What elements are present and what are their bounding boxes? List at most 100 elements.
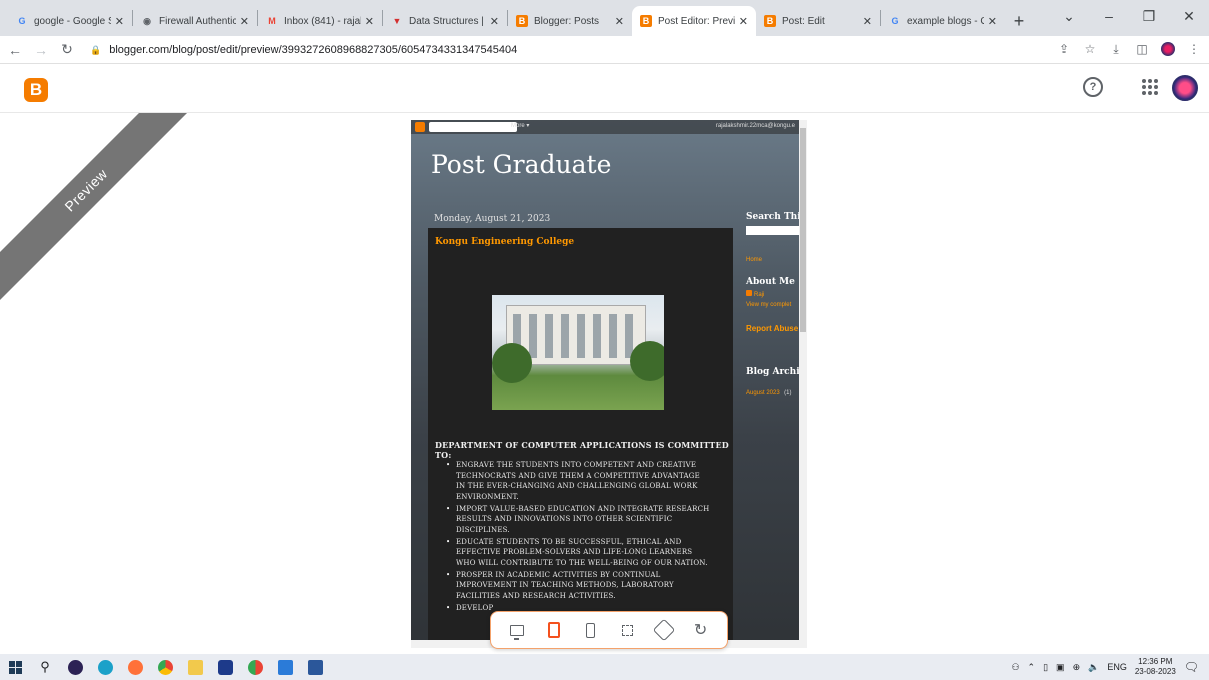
close-icon[interactable]: ✕ [615, 15, 624, 28]
taskbar-app[interactable] [90, 654, 120, 680]
profile-icon[interactable] [1159, 39, 1177, 59]
blogger-icon[interactable] [415, 122, 425, 132]
report-abuse-link[interactable]: Report Abuse [746, 324, 801, 333]
blogger-icon: B [640, 15, 652, 27]
notification-icon[interactable]: 🗨 [1184, 660, 1199, 674]
search-button[interactable]: ⚲ [30, 654, 60, 680]
navbar-more-menu[interactable]: More ▾ [511, 122, 529, 129]
navbar-search-input[interactable] [429, 122, 517, 132]
phone-icon [586, 622, 596, 638]
desktop-view-button[interactable] [505, 618, 529, 642]
google-icon: G [18, 16, 26, 26]
navbar-user[interactable]: rajalakshmir.22mca@kongu.e [716, 123, 795, 129]
archive-widget-title: Blog Archive [746, 367, 807, 377]
close-icon[interactable]: ✕ [115, 15, 124, 28]
avatar[interactable] [1172, 75, 1198, 101]
blogger-icon: B [516, 15, 528, 27]
bookmark-star-icon[interactable]: ☆ [1081, 39, 1099, 59]
fullscreen-button[interactable] [615, 618, 639, 642]
volume-icon[interactable]: 🔈 [1088, 662, 1099, 673]
browser-tab[interactable]: ▼ Data Structures | D ✕ [383, 6, 507, 36]
firefox-icon [127, 659, 143, 675]
taskbar-app[interactable] [210, 654, 240, 680]
lock-icon[interactable]: 🔒 [90, 45, 101, 56]
close-icon[interactable]: ✕ [365, 15, 374, 28]
blogger-header: B ? [0, 65, 1209, 113]
windows-taskbar: ⚲ ⚇ ⌃ ▯ ▣ ⊕ 🔈 ENG 12:36 PM 23-08-2023 🗨 [0, 654, 1209, 680]
mobile-view-button[interactable] [579, 618, 603, 642]
share-icon[interactable]: ⇪ [1055, 39, 1073, 59]
taskbar-app[interactable] [240, 654, 270, 680]
browser-tab[interactable]: B Blogger: Posts ✕ [508, 6, 632, 36]
browser-tab-active[interactable]: B Post Editor: Previe ✕ [632, 6, 756, 36]
file-explorer-icon [187, 659, 203, 675]
taskbar-app[interactable] [300, 654, 330, 680]
display-icon[interactable]: ▣ [1056, 662, 1065, 673]
people-icon[interactable]: ⚇ [1011, 662, 1019, 673]
taskbar-app[interactable] [270, 654, 300, 680]
post-body: Kongu Engineering College Department of … [428, 228, 733, 648]
battery-icon[interactable]: ▯ [1043, 662, 1048, 673]
browser-tab[interactable]: M Inbox (841) - rajala ✕ [258, 6, 382, 36]
author-name: Raji [754, 292, 765, 298]
blog-search-input[interactable] [746, 226, 801, 235]
scroll-thumb[interactable] [800, 128, 806, 332]
new-tab-button[interactable]: + [1005, 6, 1033, 36]
refresh-preview-button[interactable]: ↻ [689, 618, 713, 642]
blogger-logo-icon[interactable]: B [24, 78, 48, 102]
browser-tab[interactable]: ◉ Firewall Authentica ✕ [133, 6, 257, 36]
side-panel-icon[interactable]: ◫ [1133, 39, 1151, 59]
language-indicator[interactable]: ENG [1107, 662, 1127, 672]
browser-tab[interactable]: Gexample blogs - G ✕ [881, 6, 1005, 36]
close-icon[interactable]: ✕ [863, 15, 872, 28]
chevron-up-icon[interactable]: ⌃ [1028, 662, 1036, 673]
blog-title[interactable]: Post Graduate [431, 150, 611, 179]
close-icon[interactable]: ✕ [490, 15, 499, 28]
close-icon[interactable]: ✕ [988, 15, 997, 28]
help-icon[interactable]: ? [1083, 77, 1103, 97]
taskbar-app[interactable] [120, 654, 150, 680]
archive-month-link[interactable]: August 2023 [746, 390, 780, 396]
minimize-icon[interactable]: – [1089, 0, 1129, 32]
address-bar[interactable]: 🔒 blogger.com/blog/post/edit/preview/399… [90, 39, 1050, 61]
tablet-view-button[interactable] [542, 618, 566, 642]
forward-icon[interactable]: → [30, 39, 52, 61]
tab-search-icon[interactable]: ⌄ [1049, 0, 1089, 32]
reload-icon[interactable]: ↻ [56, 39, 78, 61]
tree-shape [630, 341, 664, 381]
college-building-image [492, 295, 664, 410]
network-icon[interactable]: ⊕ [1073, 662, 1081, 673]
list-item: Engrave the students into competent and … [446, 460, 710, 502]
download-icon[interactable]: ⤓ [1107, 39, 1125, 59]
apps-grid-icon[interactable] [1142, 79, 1158, 95]
view-profile-link[interactable]: View my complet [746, 302, 801, 308]
menu-icon[interactable]: ⋮ [1185, 39, 1203, 59]
url-text: blogger.com/blog/post/edit/preview/39932… [109, 44, 518, 56]
restore-icon[interactable]: ❐ [1129, 0, 1169, 32]
post-title[interactable]: Kongu Engineering College [435, 237, 574, 247]
site-icon: ▼ [392, 16, 402, 26]
clock[interactable]: 12:36 PM 23-08-2023 [1135, 657, 1176, 677]
start-button[interactable] [0, 654, 30, 680]
preview-vertical-scrollbar[interactable] [799, 120, 807, 640]
rotate-button[interactable] [652, 618, 676, 642]
close-icon[interactable]: ✕ [240, 15, 249, 28]
taskbar-app[interactable] [150, 654, 180, 680]
blog-navbar: More ▾ rajalakshmir.22mca@kongu.e [411, 120, 807, 134]
close-window-icon[interactable]: ✕ [1169, 0, 1209, 32]
taskbar-app[interactable] [180, 654, 210, 680]
post-date: Monday, August 21, 2023 [434, 214, 551, 224]
author-link[interactable]: Raji [746, 290, 801, 298]
browser-tab[interactable]: B Post: Edit ✕ [756, 6, 880, 36]
back-icon[interactable]: ← [4, 39, 26, 61]
chrome-profile-icon [247, 659, 263, 675]
home-link[interactable]: Home [746, 257, 801, 263]
preview-label: Preview [0, 113, 200, 313]
clock-time: 12:36 PM [1138, 657, 1173, 666]
browser-tab[interactable]: Ggoogle - Google Se✕ [8, 6, 132, 36]
about-widget-title: About Me [746, 277, 795, 287]
close-icon[interactable]: ✕ [739, 15, 748, 28]
tab-strip: Ggoogle - Google Se✕ ◉Firewall Authentic… [0, 0, 1209, 36]
taskbar-app[interactable] [60, 654, 90, 680]
google-icon: G [891, 16, 899, 26]
